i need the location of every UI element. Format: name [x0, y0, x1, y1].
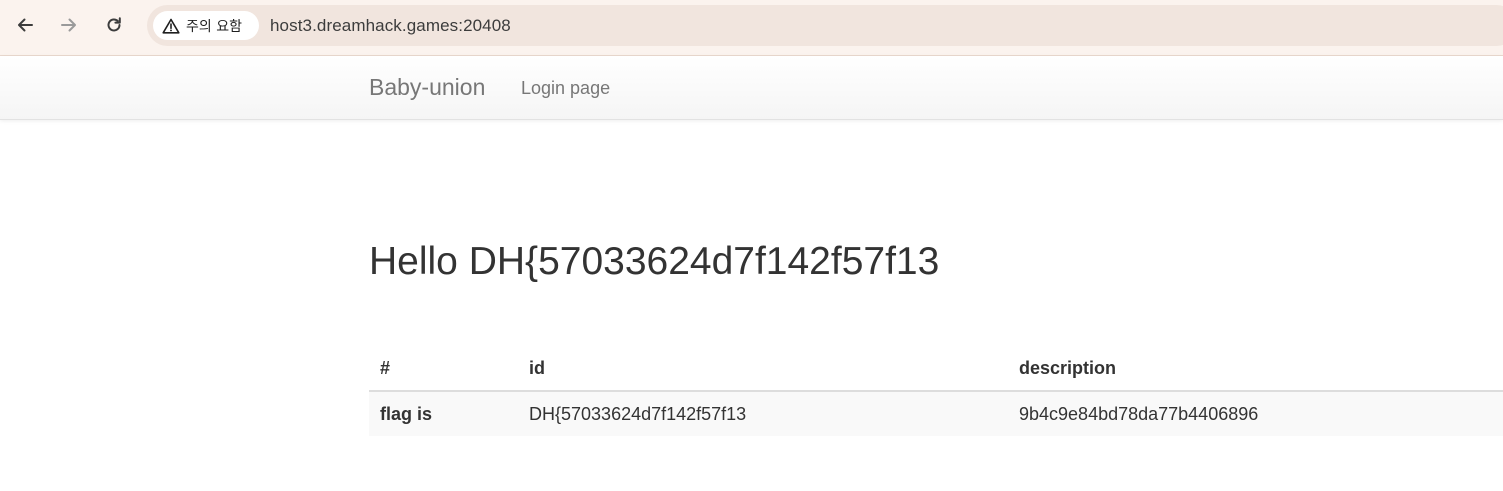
navbar-brand[interactable]: Baby-union [369, 74, 485, 101]
back-button[interactable] [9, 9, 41, 41]
reload-button[interactable] [98, 9, 130, 41]
security-label: 주의 요함 [186, 18, 242, 35]
arrow-right-icon [61, 18, 76, 32]
results-table: # id description flag is DH{57033624d7f1… [369, 346, 1503, 436]
arrow-left-icon [18, 18, 33, 32]
security-chip[interactable]: 주의 요함 [153, 11, 259, 40]
row-label-cell: flag is [380, 403, 433, 424]
browser-toolbar: 주의 요함 host3.dreamhack.games:20408 [0, 0, 1503, 56]
description-cell: 9b4c9e84bd78da77b4406896 [1019, 403, 1259, 424]
warning-triangle-icon [162, 18, 180, 34]
nav-link-login[interactable]: Login page [521, 78, 610, 99]
table-header-row: # id description [369, 346, 1503, 392]
column-header-number: # [369, 346, 518, 392]
url-text[interactable]: host3.dreamhack.games:20408 [270, 16, 511, 36]
reload-icon [107, 17, 121, 32]
column-header-id: id [518, 346, 1008, 392]
site-navbar: Baby-union Login page [0, 56, 1503, 120]
table-row: flag is DH{57033624d7f142f57f13 9b4c9e84… [369, 391, 1503, 436]
forward-button[interactable] [53, 9, 85, 41]
address-bar[interactable]: 주의 요함 host3.dreamhack.games:20408 [147, 5, 1503, 46]
page-heading: Hello DH{57033624d7f142f57f13 [369, 240, 940, 283]
id-cell: DH{57033624d7f142f57f13 [529, 403, 747, 424]
column-header-description: description [1008, 346, 1503, 392]
